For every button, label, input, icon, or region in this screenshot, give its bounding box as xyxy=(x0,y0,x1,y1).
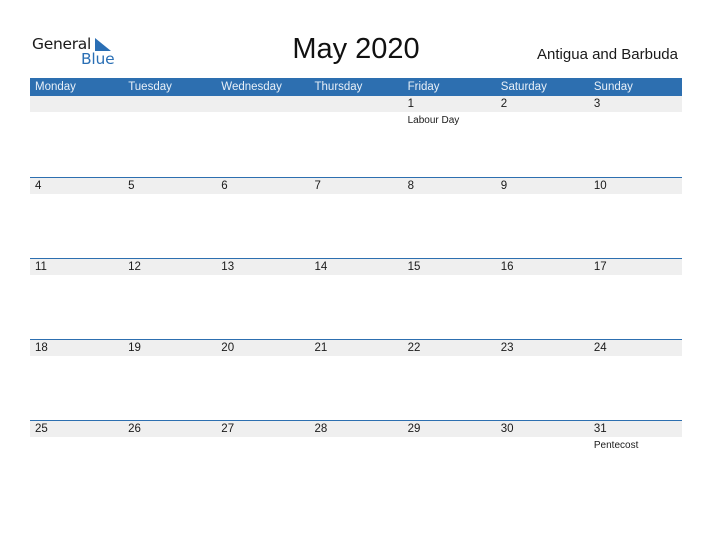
weekday-sunday: Sunday xyxy=(593,81,633,93)
day-number: 5 xyxy=(128,180,135,192)
weekday-tuesday: Tuesday xyxy=(128,81,172,93)
day-number: 31 xyxy=(593,423,607,435)
day-cell: 17 xyxy=(589,258,682,339)
day-number: 22 xyxy=(407,342,421,354)
week-row: 11 12 13 14 15 16 17 xyxy=(30,258,682,339)
day-cell: 27 xyxy=(216,420,309,501)
day-number: 30 xyxy=(500,423,514,435)
day-cell xyxy=(123,95,216,176)
day-number: 1 xyxy=(407,98,414,110)
day-cell: 5 xyxy=(123,177,216,258)
day-number: 23 xyxy=(500,342,514,354)
weekday-saturday: Saturday xyxy=(500,81,547,93)
day-number: 29 xyxy=(407,423,421,435)
day-cell: 14 xyxy=(309,258,402,339)
day-cell xyxy=(216,95,309,176)
day-cell: 23 xyxy=(496,339,589,420)
day-cell: 16 xyxy=(496,258,589,339)
day-number: 13 xyxy=(221,261,235,273)
weekday-thursday: Thursday xyxy=(314,81,363,93)
day-cell: 19 xyxy=(123,339,216,420)
weekday-monday: Monday xyxy=(35,81,76,93)
day-cell: 18 xyxy=(30,339,123,420)
day-number: 8 xyxy=(407,180,414,192)
day-cell: 26 xyxy=(123,420,216,501)
holiday-label: Labour Day xyxy=(407,115,460,126)
day-number: 7 xyxy=(314,180,321,192)
day-number: 25 xyxy=(35,423,48,435)
day-number: 24 xyxy=(593,342,607,354)
day-number: 16 xyxy=(500,261,514,273)
day-number: 2 xyxy=(500,98,508,110)
day-cell: 1 Labour Day xyxy=(403,95,496,176)
day-cell: 29 xyxy=(403,420,496,501)
day-number: 19 xyxy=(128,342,141,354)
day-cell xyxy=(309,95,402,176)
weekday-wednesday: Wednesday xyxy=(221,81,282,93)
day-number: 26 xyxy=(128,423,141,435)
day-cell: 28 xyxy=(309,420,402,501)
day-cell: 12 xyxy=(123,258,216,339)
day-number: 20 xyxy=(221,342,235,354)
holiday-label: Pentecost xyxy=(593,440,639,451)
day-cell: 30 xyxy=(496,420,589,501)
week-row: 1 Labour Day 2 3 xyxy=(30,95,682,176)
day-number: 4 xyxy=(35,180,42,192)
week-row: 25 26 27 28 29 30 31 Pentecost xyxy=(30,420,682,501)
day-cell xyxy=(30,95,123,176)
week-row: 4 5 6 7 8 9 10 xyxy=(30,177,682,258)
day-number: 17 xyxy=(593,261,607,273)
day-cell: 11 xyxy=(30,258,123,339)
country-name: Antigua and Barbuda xyxy=(537,46,678,63)
day-cell: 15 xyxy=(403,258,496,339)
day-number: 3 xyxy=(593,98,601,110)
day-cell: 8 xyxy=(403,177,496,258)
day-number: 6 xyxy=(221,180,228,192)
day-number: 11 xyxy=(35,261,47,273)
day-number: 27 xyxy=(221,423,235,435)
day-number: 18 xyxy=(35,342,48,354)
weekday-friday: Friday xyxy=(407,81,440,93)
day-number: 14 xyxy=(314,261,328,273)
day-cell: 25 xyxy=(30,420,123,501)
weekday-header: Monday Tuesday Wednesday Thursday Friday… xyxy=(30,78,682,96)
day-number: 21 xyxy=(314,342,328,354)
day-cell: 24 xyxy=(589,339,682,420)
day-cell: 4 xyxy=(30,177,123,258)
day-cell: 2 xyxy=(496,95,589,176)
day-number: 10 xyxy=(593,180,607,192)
day-cell: 20 xyxy=(216,339,309,420)
day-cell: 7 xyxy=(309,177,402,258)
day-number: 28 xyxy=(314,423,328,435)
day-cell: 3 xyxy=(589,95,682,176)
day-number: 12 xyxy=(128,261,141,273)
day-cell: 31 Pentecost xyxy=(589,420,682,501)
day-cell: 9 xyxy=(496,177,589,258)
day-cell: 6 xyxy=(216,177,309,258)
day-number: 15 xyxy=(407,261,421,273)
week-row: 18 19 20 21 22 23 24 xyxy=(30,339,682,420)
day-cell: 10 xyxy=(589,177,682,258)
day-number: 9 xyxy=(500,180,508,192)
day-cell: 21 xyxy=(309,339,402,420)
day-cell: 13 xyxy=(216,258,309,339)
day-cell: 22 xyxy=(403,339,496,420)
